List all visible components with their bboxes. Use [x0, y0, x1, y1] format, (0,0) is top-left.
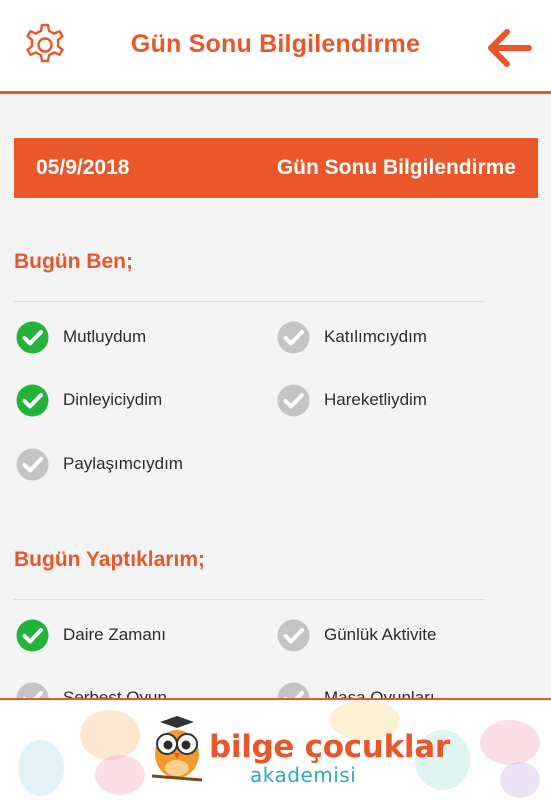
section-title-bugun-ben: Bugün Ben;	[14, 250, 133, 273]
paint-splash	[95, 755, 145, 795]
divider	[14, 599, 485, 600]
banner-title: Gün Sonu Bilgilendirme	[276, 156, 516, 179]
checklist-item-paylasimciydim[interactable]: Paylaşımcıydım	[16, 447, 183, 481]
check-circle-icon	[16, 619, 49, 651]
checklist-item-label: Daire Zamanı	[63, 625, 166, 644]
section-title-bugun-yaptiklarim: Bugün Yaptıklarım;	[14, 548, 205, 571]
checklist-item-label: Paylaşımcıydım	[63, 454, 183, 473]
paint-splash	[480, 720, 540, 765]
checklist-item-dinleyiciydim[interactable]: Dinleyiciydim	[16, 383, 162, 417]
brand-name: bilge çocuklar	[209, 729, 450, 765]
arrow-left-icon[interactable]	[488, 29, 532, 67]
checklist-item-label: Hareketliydim	[324, 390, 427, 409]
checklist-item-label: Günlük Aktivite	[324, 625, 437, 644]
top-app-bar: Gün Sonu Bilgilendirme	[0, 0, 551, 94]
checklist-item-label: Dinleyiciydim	[63, 390, 163, 409]
checklist-item-label: Katılımcıydım	[324, 327, 427, 346]
checklist-item-label: Mutluydum	[63, 327, 147, 346]
date-banner: 05/9/2018 Gün Sonu Bilgilendirme	[14, 138, 538, 198]
banner-date: 05/9/2018	[36, 156, 130, 179]
check-circle-icon	[16, 448, 49, 480]
brand-banner[interactable]: bilge çocuklar akademisi	[0, 698, 551, 800]
check-circle-icon	[16, 321, 49, 353]
brand-subtitle: akademisi	[250, 763, 357, 787]
check-circle-icon	[16, 384, 49, 416]
paint-splash	[500, 762, 540, 798]
checklist-item-hareketliydim[interactable]: Hareketliydim	[277, 383, 427, 417]
check-circle-icon	[277, 619, 310, 651]
checklist-item-daire-zamani[interactable]: Daire Zamanı	[16, 618, 166, 652]
checklist-item-gunluk-aktivite[interactable]: Günlük Aktivite	[277, 618, 436, 652]
divider	[14, 301, 485, 302]
paint-splash	[18, 740, 64, 796]
check-circle-icon	[277, 321, 310, 353]
checklist-item-katilimciydim[interactable]: Katılımcıydım	[277, 320, 427, 354]
checklist-item-mutluydum[interactable]: Mutluydum	[16, 320, 146, 354]
check-circle-icon	[277, 384, 310, 416]
paint-splash	[80, 710, 140, 760]
page-title: Gün Sonu Bilgilendirme	[130, 30, 421, 58]
owl-logo-icon	[151, 716, 203, 782]
